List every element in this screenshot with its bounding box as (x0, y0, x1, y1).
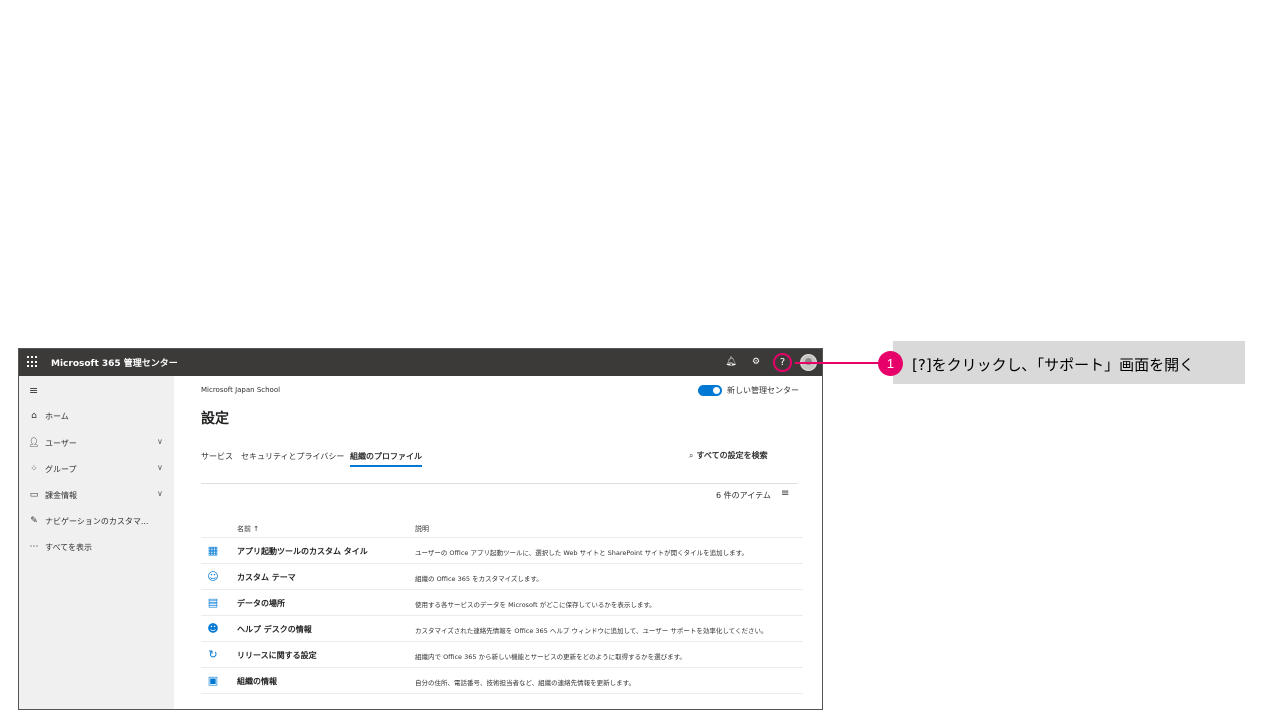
sidebar-item-label: 課金情報 (45, 491, 77, 500)
table-row[interactable]: ☻ ヘルプ デスクの情報 カスタマイズされた連絡先情報を Office 365 … (201, 616, 803, 642)
group-icon: ⁘ (30, 464, 38, 474)
row-name[interactable]: データの場所 (237, 598, 285, 609)
sidebar-item-groups[interactable]: ⁘ グループ ∨ (19, 459, 174, 479)
sidebar-item-label: すべてを表示 (45, 543, 92, 552)
hamburger-menu-icon[interactable]: ≡ (29, 384, 38, 397)
top-bar: Microsoft 365 管理センター 🔔︎ ⚙ ? (19, 349, 822, 376)
row-name[interactable]: アプリ起動ツールのカスタム タイル (237, 546, 368, 557)
search-settings-label: すべての設定を検索 (696, 451, 768, 460)
help-button[interactable]: ? (773, 353, 792, 372)
billing-icon: ▭ (29, 490, 39, 500)
sidebar-item-show-all[interactable]: ⋯ すべてを表示 (19, 537, 174, 557)
notification-bell-icon[interactable]: 🔔︎ (723, 354, 739, 370)
data-location-icon: ▤ (207, 596, 219, 609)
sidebar-item-home[interactable]: ⌂ ホーム (19, 406, 174, 426)
row-description: 自分の住所、電話番号、技術担当者など、組織の連絡先情報を更新します。 (415, 679, 636, 687)
table-row[interactable]: ▦ アプリ起動ツールのカスタム タイル ユーザーの Office アプリ起動ツー… (201, 538, 803, 564)
row-description: 組織内で Office 365 から新しい機能とサービスの更新をどのように取得す… (415, 653, 686, 661)
callout-text: [?]をクリックし､「サポート」画面を開く (912, 356, 1195, 374)
main-content: Microsoft Japan School 新しい管理センター 設定 サービス… (174, 376, 822, 709)
org-name: Microsoft Japan School (201, 386, 281, 394)
row-description: 組織の Office 365 をカスタマイズします。 (415, 575, 543, 583)
sidebar-item-label: ユーザー (45, 439, 77, 448)
row-description: 使用する各サービスのデータを Microsoft がどこに保存しているかを表示し… (415, 601, 656, 609)
new-admin-center-toggle[interactable] (698, 385, 722, 396)
sidebar-item-users[interactable]: 👤︎ ユーザー ∨ (19, 433, 174, 453)
row-description: カスタマイズされた連絡先情報を Office 365 ヘルプ ウィンドウに追加し… (415, 627, 768, 635)
row-name[interactable]: ヘルプ デスクの情報 (237, 624, 312, 635)
admin-center-window: Microsoft 365 管理センター 🔔︎ ⚙ ? ≡ ⌂ ホーム 👤︎ ユ… (18, 348, 823, 710)
tab-org-profile[interactable]: 組織のプロファイル (350, 451, 422, 467)
table-row[interactable]: ↻ リリースに関する設定 組織内で Office 365 から新しい機能とサービ… (201, 642, 803, 668)
chevron-down-icon[interactable]: ∨ (157, 489, 163, 498)
table-row[interactable]: ▣ 組織の情報 自分の住所、電話番号、技術担当者など、組織の連絡先情報を更新しま… (201, 668, 803, 694)
row-name[interactable]: リリースに関する設定 (237, 650, 317, 661)
app-title[interactable]: Microsoft 365 管理センター (51, 356, 178, 369)
chevron-down-icon[interactable]: ∨ (157, 463, 163, 472)
table-row[interactable]: ▤ データの場所 使用する各サービスのデータを Microsoft がどこに保存… (201, 590, 803, 616)
ellipsis-icon: ⋯ (29, 542, 39, 552)
palette-icon: ☺ (207, 570, 219, 583)
row-name[interactable]: 組織の情報 (237, 676, 277, 687)
callout-connector-line (795, 362, 879, 364)
sidebar-item-customize-nav[interactable]: ✎ ナビゲーションのカスタマ... (19, 511, 174, 531)
sidebar-item-label: ナビゲーションのカスタマ... (45, 517, 149, 526)
settings-gear-icon[interactable]: ⚙ (748, 354, 764, 370)
tiles-icon: ▦ (207, 544, 219, 557)
tab-services[interactable]: サービス (201, 451, 233, 467)
table-row[interactable]: ☺ カスタム テーマ 組織の Office 365 をカスタマイズします。 (201, 564, 803, 590)
pencil-icon: ✎ (30, 516, 38, 526)
item-count: 6 件のアイテム (716, 491, 771, 500)
row-description: ユーザーの Office アプリ起動ツールに、選択した Web サイトと Sha… (415, 549, 748, 557)
page-title: 設定 (201, 411, 229, 427)
filter-icon[interactable]: ≡ (781, 488, 789, 499)
tab-security-privacy[interactable]: セキュリティとプライバシー (241, 451, 344, 467)
chevron-down-icon[interactable]: ∨ (157, 437, 163, 446)
app-launcher-icon[interactable] (27, 356, 39, 368)
column-header-description: 説明 (415, 525, 429, 533)
step-number-badge: 1 (878, 351, 903, 376)
sidebar-item-label: ホーム (45, 412, 69, 421)
org-info-icon: ▣ (207, 674, 219, 687)
search-settings-button[interactable]: ⌕ すべての設定を検索 (689, 450, 768, 461)
sidebar-item-billing[interactable]: ▭ 課金情報 ∨ (19, 485, 174, 505)
sync-icon: ↻ (208, 648, 218, 661)
user-icon: 👤︎ (28, 438, 40, 448)
home-icon: ⌂ (31, 411, 37, 421)
sidebar: ≡ ⌂ ホーム 👤︎ ユーザー ∨ ⁘ グループ ∨ ▭ 課金情報 ∨ ✎ ナビ… (19, 376, 174, 709)
row-name[interactable]: カスタム テーマ (237, 572, 296, 583)
column-header-name[interactable]: 名前 ↑ (237, 524, 259, 534)
sidebar-item-label: グループ (45, 465, 77, 474)
toggle-label: 新しい管理センター (727, 386, 799, 395)
search-icon: ⌕ (689, 451, 694, 460)
divider (201, 483, 798, 484)
helpdesk-icon: ☻ (207, 622, 219, 635)
